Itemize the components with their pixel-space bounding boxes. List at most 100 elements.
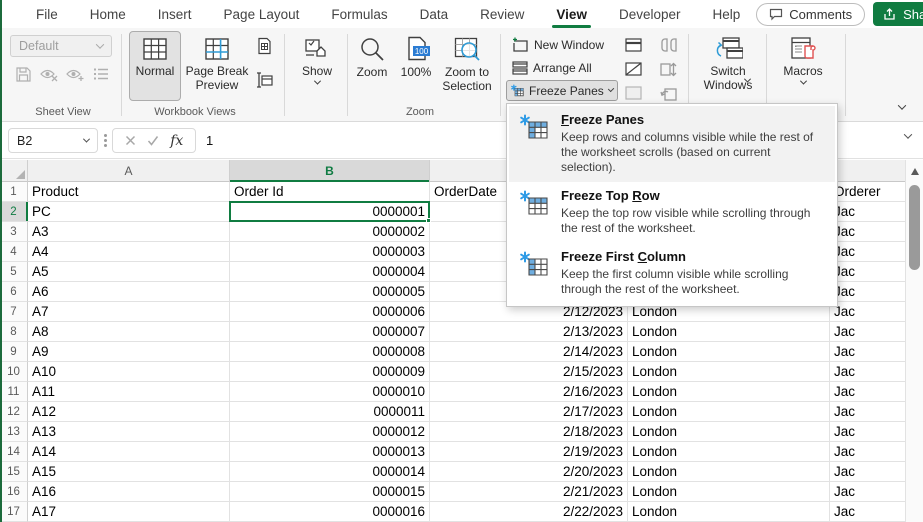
scroll-up-arrow-icon[interactable]	[911, 168, 919, 175]
tab-page-layout[interactable]: Page Layout	[208, 0, 316, 28]
cell-D10[interactable]: London	[628, 362, 830, 382]
freeze-panes-button[interactable]: Freeze Panes	[506, 80, 618, 101]
cell-A15[interactable]: A15	[28, 462, 230, 482]
cell-A17[interactable]: A17	[28, 502, 230, 522]
zoom-button[interactable]: Zoom	[352, 31, 392, 101]
new-sheet-view-button[interactable]	[64, 64, 86, 84]
hide-button[interactable]	[622, 59, 644, 79]
row-header-15[interactable]: 15	[0, 462, 28, 482]
cell-E2[interactable]: Jac	[830, 202, 905, 222]
cell-B13[interactable]: 0000012	[230, 422, 430, 442]
cell-B15[interactable]: 0000014	[230, 462, 430, 482]
row-header-10[interactable]: 10	[0, 362, 28, 382]
cell-D13[interactable]: London	[628, 422, 830, 442]
sheet-view-options-button[interactable]	[90, 64, 112, 84]
row-header-2[interactable]: 2	[0, 202, 28, 222]
cell-B3[interactable]: 0000002	[230, 222, 430, 242]
cell-A14[interactable]: A14	[28, 442, 230, 462]
cell-A2[interactable]: PC	[28, 202, 230, 222]
cell-D9[interactable]: London	[628, 342, 830, 362]
cell-A6[interactable]: A6	[28, 282, 230, 302]
cell-A16[interactable]: A16	[28, 482, 230, 502]
synchronous-scrolling-button[interactable]	[658, 59, 680, 79]
cell-C8[interactable]: 2/13/2023	[430, 322, 628, 342]
row-header-14[interactable]: 14	[0, 442, 28, 462]
tab-data[interactable]: Data	[404, 0, 465, 28]
confirm-entry-icon[interactable]	[147, 135, 159, 146]
cell-B1[interactable]: Order Id	[230, 182, 430, 202]
new-window-button[interactable]: New Window	[507, 34, 609, 55]
col-header-E[interactable]: E	[830, 160, 905, 182]
cell-B5[interactable]: 0000004	[230, 262, 430, 282]
cell-D14[interactable]: London	[628, 442, 830, 462]
arrange-all-button[interactable]: Arrange All	[507, 57, 597, 78]
row-header-12[interactable]: 12	[0, 402, 28, 422]
cell-C9[interactable]: 2/14/2023	[430, 342, 628, 362]
comments-button[interactable]: Comments	[756, 3, 865, 26]
cell-C10[interactable]: 2/15/2023	[430, 362, 628, 382]
cell-E16[interactable]: Jac	[830, 482, 905, 502]
page-layout-view-button[interactable]	[253, 36, 275, 56]
row-header-13[interactable]: 13	[0, 422, 28, 442]
cell-B8[interactable]: 0000007	[230, 322, 430, 342]
cell-A13[interactable]: A13	[28, 422, 230, 442]
tab-insert[interactable]: Insert	[142, 0, 208, 28]
cell-E11[interactable]: Jac	[830, 382, 905, 402]
insert-function-icon[interactable]: fx	[170, 133, 183, 149]
cell-E15[interactable]: Jac	[830, 462, 905, 482]
cell-B9[interactable]: 0000008	[230, 342, 430, 362]
cell-A8[interactable]: A8	[28, 322, 230, 342]
cell-E3[interactable]: Jac	[830, 222, 905, 242]
cell-C17[interactable]: 2/22/2023	[430, 502, 628, 522]
sheet-view-select[interactable]: Default	[10, 35, 112, 57]
row-header-8[interactable]: 8	[0, 322, 28, 342]
cell-C16[interactable]: 2/21/2023	[430, 482, 628, 502]
cell-B10[interactable]: 0000009	[230, 362, 430, 382]
cell-B11[interactable]: 0000010	[230, 382, 430, 402]
formula-input[interactable]: 1	[206, 128, 213, 153]
name-box[interactable]: B2	[8, 128, 98, 153]
cell-E9[interactable]: Jac	[830, 342, 905, 362]
zoom-to-selection-button[interactable]: Zoom to Selection	[438, 31, 496, 101]
tab-help[interactable]: Help	[697, 0, 757, 28]
cell-A10[interactable]: A10	[28, 362, 230, 382]
tab-view[interactable]: View	[540, 0, 603, 28]
reset-window-position-button[interactable]	[658, 83, 680, 103]
zoom-100-button[interactable]: 100 100%	[394, 31, 438, 101]
formula-bar-expand-icon[interactable]	[904, 130, 912, 138]
cell-D12[interactable]: London	[628, 402, 830, 422]
row-header-11[interactable]: 11	[0, 382, 28, 402]
cell-B7[interactable]: 0000006	[230, 302, 430, 322]
custom-views-button[interactable]	[253, 70, 275, 90]
switch-windows-button[interactable]: Switch Windows	[694, 31, 762, 101]
menu-item-freeze-first-column[interactable]: Freeze First ColumnKeep the first column…	[509, 243, 835, 304]
cell-D17[interactable]: London	[628, 502, 830, 522]
page-break-preview-button[interactable]: Page Break Preview	[184, 31, 250, 101]
cell-E10[interactable]: Jac	[830, 362, 905, 382]
cell-B2[interactable]: 0000001	[230, 202, 430, 222]
share-button[interactable]: Share	[873, 2, 923, 26]
tab-formulas[interactable]: Formulas	[315, 0, 403, 28]
tab-developer[interactable]: Developer	[603, 0, 697, 28]
cell-E4[interactable]: Jac	[830, 242, 905, 262]
cell-A9[interactable]: A9	[28, 342, 230, 362]
unhide-button[interactable]	[622, 83, 644, 103]
select-all-corner[interactable]	[0, 160, 28, 182]
cell-B4[interactable]: 0000003	[230, 242, 430, 262]
cell-B6[interactable]: 0000005	[230, 282, 430, 302]
menu-item-freeze-panes[interactable]: Freeze PanesKeep rows and columns visibl…	[509, 106, 835, 182]
cell-D11[interactable]: London	[628, 382, 830, 402]
cell-C13[interactable]: 2/18/2023	[430, 422, 628, 442]
cell-D15[interactable]: London	[628, 462, 830, 482]
macros-button[interactable]: Macros	[772, 31, 834, 101]
show-button[interactable]: Show	[290, 31, 344, 101]
view-side-by-side-button[interactable]	[658, 35, 680, 55]
collapse-ribbon-button[interactable]	[893, 100, 911, 114]
cell-E12[interactable]: Jac	[830, 402, 905, 422]
cell-B14[interactable]: 0000013	[230, 442, 430, 462]
row-header-3[interactable]: 3	[0, 222, 28, 242]
tab-review[interactable]: Review	[464, 0, 540, 28]
cell-A11[interactable]: A11	[28, 382, 230, 402]
cell-D16[interactable]: London	[628, 482, 830, 502]
keep-sheet-view-button[interactable]	[12, 64, 34, 84]
